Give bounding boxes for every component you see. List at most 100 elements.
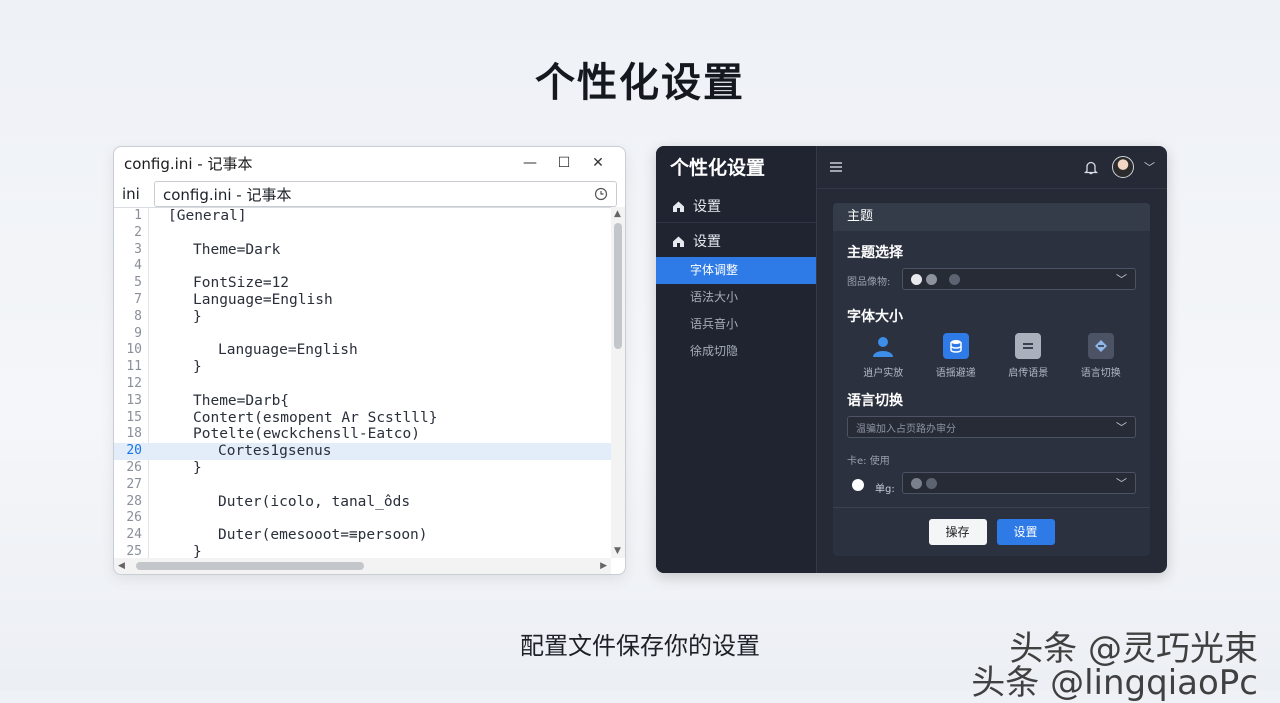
radio-button[interactable]: [852, 479, 864, 491]
line-number: 8: [134, 308, 142, 324]
font-option-2[interactable]: 语揺避递: [920, 333, 992, 379]
file-extension-label: ini: [122, 185, 140, 203]
option-select[interactable]: ﹀: [902, 472, 1136, 494]
chevron-down-icon[interactable]: ﹀: [1144, 159, 1155, 175]
code-line[interactable]: 4: [114, 258, 625, 275]
code-text: Theme=Dark: [193, 241, 281, 258]
theme-swatch-light: [911, 273, 922, 285]
horizontal-scrollbar[interactable]: ◀ ▶: [114, 558, 611, 574]
code-line[interactable]: 15 Contert(esmopent Ar Scstlll}: [114, 410, 625, 427]
close-icon[interactable]: ✕: [581, 155, 615, 171]
code-text: }: [193, 543, 202, 558]
use-label: 卡e: 使用: [847, 456, 890, 467]
list-icon: [1015, 333, 1042, 359]
language-section-title: 语言切换: [847, 393, 903, 409]
chevron-down-icon: ﹀: [1116, 421, 1127, 434]
save-button[interactable]: 操存: [928, 519, 987, 545]
menu-icon[interactable]: [829, 161, 843, 173]
settings-button[interactable]: 设置: [996, 519, 1055, 545]
line-number: 20: [126, 443, 142, 459]
code-line[interactable]: 5 FontSize=12: [114, 275, 625, 292]
scroll-up-icon[interactable]: ▲: [614, 209, 621, 219]
code-line[interactable]: 9: [114, 326, 625, 343]
scroll-left-icon[interactable]: ◀: [118, 561, 125, 571]
code-line[interactable]: 3 Theme=Dark: [114, 242, 625, 259]
code-line[interactable]: 12: [114, 376, 625, 393]
code-text: Cortes1gsenus: [218, 443, 332, 460]
font-size-options: 逍户实放 语揺避递 启传语景 语言切换: [847, 333, 1137, 379]
code-text: Language=English: [193, 291, 333, 308]
clock-icon[interactable]: [594, 187, 608, 201]
vertical-scroll-thumb[interactable]: [614, 223, 622, 349]
code-text: Duter(emesooot=≡persoon): [218, 527, 428, 544]
code-line[interactable]: 10 Language=English: [114, 342, 625, 359]
code-line[interactable]: 1 [General]: [114, 208, 625, 225]
code-line[interactable]: 27: [114, 477, 625, 494]
code-line[interactable]: 8}: [114, 309, 625, 326]
path-field[interactable]: config.ini - 记事本: [154, 181, 617, 207]
watermark: 头条 @灵巧光束 头条 @lingqiaoPc: [971, 632, 1258, 700]
scroll-right-icon[interactable]: ▶: [600, 561, 607, 571]
path-value: config.ini - 记事本: [163, 185, 292, 204]
line-number: 3: [134, 241, 142, 257]
option-swatch-1: [911, 477, 922, 489]
code-editor[interactable]: 1 [General] 2 3 Theme=Dark 4 5 FontSize=12 7 Lang…: [114, 207, 625, 558]
code-line[interactable]: 26}: [114, 460, 625, 477]
avatar[interactable]: [1112, 156, 1134, 178]
code-text: Language=English: [218, 342, 358, 359]
code-line[interactable]: 18 Potelte(ewckchensll-Eatco): [114, 426, 625, 443]
line-number: 5: [134, 275, 142, 291]
minimize-icon[interactable]: —: [513, 155, 547, 171]
sidebar-subitem-3[interactable]: 语兵音小: [656, 311, 816, 338]
sidebar-subitem-font[interactable]: 字体调整: [656, 257, 816, 284]
line-number: 24: [126, 527, 142, 543]
code-line[interactable]: 11}: [114, 359, 625, 376]
maximize-icon[interactable]: ☐: [547, 155, 581, 171]
font-section-title: 字体大小: [847, 309, 903, 325]
scroll-down-icon[interactable]: ▼: [614, 546, 621, 556]
notepad-titlebar: config.ini - 记事本 — ☐ ✕: [114, 147, 625, 179]
code-line[interactable]: 2: [114, 225, 625, 242]
line-number: 26: [126, 510, 142, 526]
code-line[interactable]: 7 Language=English: [114, 292, 625, 309]
line-number: 27: [126, 476, 142, 492]
database-icon: [942, 333, 969, 359]
code-line[interactable]: 28 Duter(icolo, tanal_ôds: [114, 494, 625, 511]
code-line[interactable]: 24 Duter(emesooot=≡persoon): [114, 527, 625, 544]
theme-section-title: 主题选择: [847, 245, 903, 261]
chevron-down-icon: ﹀: [1116, 273, 1127, 286]
sidebar-item-settings-1[interactable]: 设置: [656, 190, 816, 223]
sidebar-subitem-2[interactable]: 语法大小: [656, 284, 816, 311]
font-option-1[interactable]: 逍户实放: [847, 333, 919, 379]
theme-select[interactable]: ﹀: [902, 268, 1136, 290]
code-text: Potelte(ewckchensll-Eatco): [193, 426, 420, 443]
settings-panel: 主题 主题选择 图品像物: ﹀ 字体大小 逍户实放 语揺避递 启传语景 语言切换…: [833, 203, 1150, 556]
watermark-line-1: 头条 @灵巧光束: [1009, 629, 1258, 669]
line-number: 25: [126, 543, 142, 558]
notepad-toolbar: ini config.ini - 记事本: [114, 179, 625, 209]
theme-field-label: 图品像物:: [847, 277, 891, 288]
font-option-4[interactable]: 语言切换: [1065, 333, 1137, 379]
language-select[interactable]: 温骗加入占页路办审分 ﹀: [847, 416, 1136, 438]
code-line[interactable]: 13 Theme=Darb{: [114, 393, 625, 410]
sidebar-subitem-4[interactable]: 徐成切隐: [656, 338, 816, 365]
sidebar-item-settings-2[interactable]: 设置: [656, 225, 816, 257]
panel-footer: 操存 设置: [833, 507, 1150, 556]
page-title: 个性化设置: [535, 60, 745, 106]
code-line[interactable]: 26: [114, 510, 625, 527]
line-number: 12: [126, 375, 142, 391]
code-line[interactable]: 25}: [114, 544, 625, 558]
code-text: Contert(esmopent Ar Scstlll}: [193, 409, 438, 426]
font-option-3[interactable]: 启传语景: [992, 333, 1064, 379]
vertical-scrollbar[interactable]: ▲ ▼: [611, 207, 625, 558]
code-line[interactable]: 20 Cortes1gsenus: [114, 443, 625, 460]
panel-header: 主题: [833, 203, 1150, 231]
notepad-window: config.ini - 记事本 — ☐ ✕ ini config.ini - …: [113, 146, 626, 575]
theme-swatch-gray: [926, 273, 937, 285]
horizontal-scroll-thumb[interactable]: [136, 562, 364, 570]
code-text: Theme=Darb{: [193, 392, 290, 409]
language-select-placeholder: 温骗加入占页路办审分: [856, 423, 956, 435]
line-number: 18: [126, 426, 142, 442]
line-number: 10: [126, 342, 142, 358]
bell-icon[interactable]: [1084, 160, 1098, 175]
